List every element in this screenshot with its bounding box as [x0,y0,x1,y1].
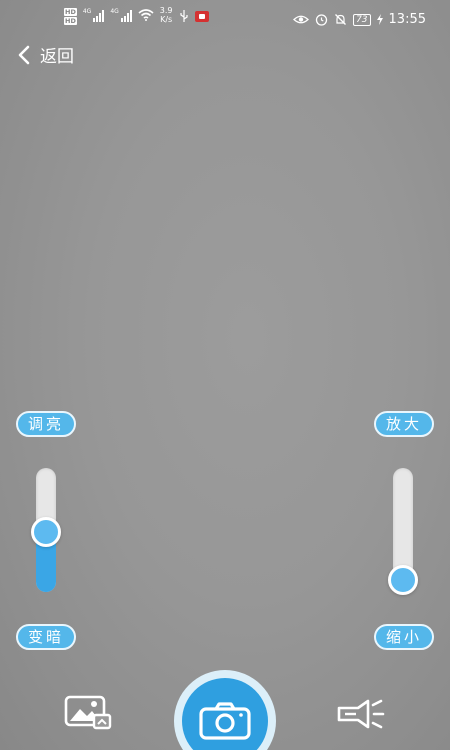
gallery-icon [64,695,112,730]
status-left: HD HD 4G 4G 3.9 K/s [64,6,209,25]
darken-button[interactable]: 变暗 [16,624,76,650]
brightness-slider-handle[interactable] [31,517,61,547]
brighten-button[interactable]: 调亮 [16,411,76,437]
alarm-icon [315,14,328,26]
clock: 13:55 [388,12,426,27]
zoom-slider[interactable] [388,468,418,595]
signal-icon: 4G [82,8,105,22]
chevron-left-icon [18,45,30,64]
hd-badge: HD [64,8,77,16]
shutter-inner [182,678,268,750]
hd-badges: HD HD [64,8,77,25]
mute-bell-icon [335,14,347,25]
back-button[interactable]: 返回 [18,42,74,67]
network-type: 4G [82,8,92,15]
status-right: 73 13:55 [293,12,426,27]
camera-icon [199,702,251,740]
speed-value: 3.9 [159,6,173,15]
signal-icon: 4G [110,8,132,22]
hd-badge: HD [64,17,77,25]
gallery-button[interactable] [64,695,114,735]
brightness-slider[interactable] [31,468,61,592]
zoom-in-button[interactable]: 放大 [374,411,434,437]
zoom-out-button[interactable]: 缩小 [374,624,434,650]
network-type: 4G [110,8,119,15]
screen-record-icon [194,11,209,22]
zoom-slider-handle[interactable] [388,565,418,595]
wifi-icon [138,9,154,21]
shutter-button[interactable] [174,670,276,750]
battery-level: 73 [353,13,371,26]
back-label: 返回 [40,47,74,67]
charging-icon [376,14,383,25]
status-bar: HD HD 4G 4G 3.9 K/s 73 13:55 [0,0,450,40]
eye-icon [293,15,310,24]
flashlight-icon [337,699,385,729]
speed-unit: K/s [160,15,173,24]
network-speed: 3.9 K/s [160,6,173,24]
flashlight-button[interactable] [336,698,386,734]
usb-icon [179,10,188,22]
